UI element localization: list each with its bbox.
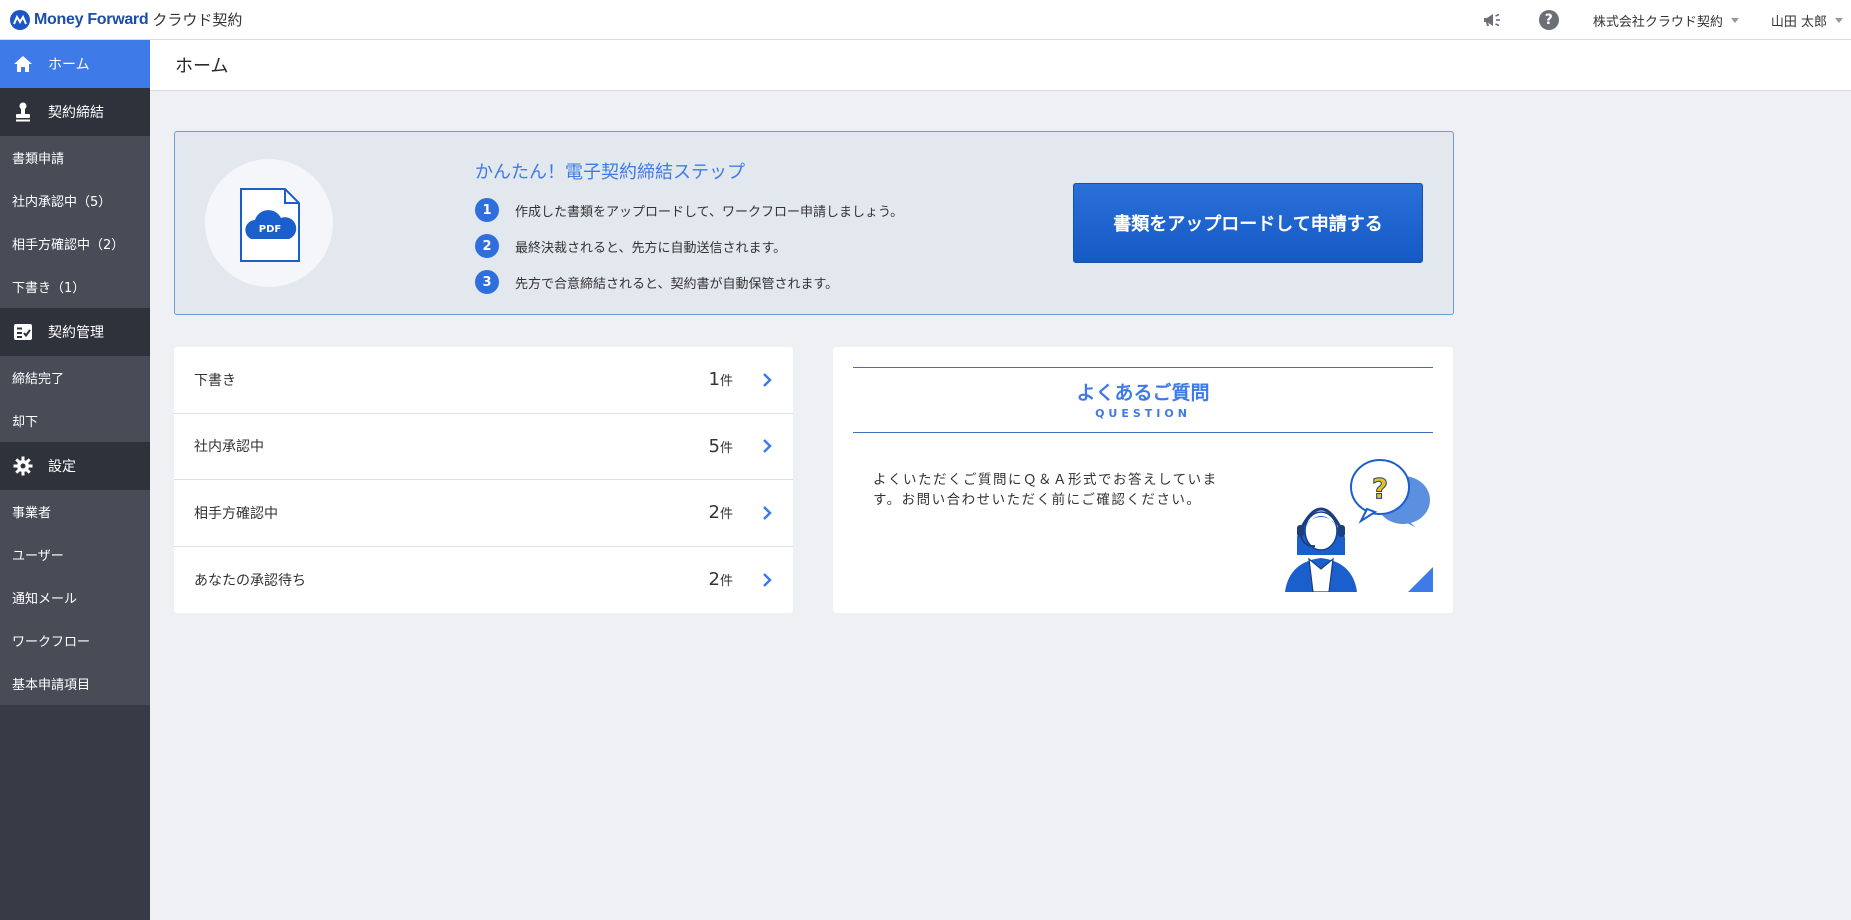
sidebar-item-document-request[interactable]: 書類申請 (0, 136, 150, 179)
chevron-right-icon (763, 505, 772, 520)
stamp-icon (12, 101, 34, 123)
faq-title: よくあるご質問 (1076, 382, 1210, 404)
faq-header: よくあるご質問 QUESTION (853, 367, 1433, 433)
status-list-card: 下書き 1件 社内承認中 5件 相手方確認中 2件 あなたの承認待ち 2件 (174, 347, 793, 613)
pdf-cloud-icon: PDF (240, 188, 300, 262)
step-number: 2 (475, 234, 499, 258)
status-count: 2件 (708, 569, 733, 591)
sidebar-item-basic-fields[interactable]: 基本申請項目 (0, 662, 150, 705)
logo[interactable]: Money Forward クラウド契約 (10, 9, 242, 30)
page-title: ホーム (175, 56, 229, 77)
status-count: 2件 (708, 502, 733, 524)
home-icon (12, 53, 34, 75)
sidebar-section-label: 契約締結 (48, 105, 104, 121)
steps: かんたん！電子契約締結ステップ 1 作成した書類をアップロードして、ワークフロー… (475, 158, 903, 300)
question-mark-icon: ? (1372, 472, 1388, 505)
sidebar-item-notification-mail[interactable]: 通知メール (0, 576, 150, 619)
chevron-right-icon (763, 372, 772, 387)
sidebar-item-home[interactable]: ホーム (0, 40, 150, 88)
step-number: 1 (475, 198, 499, 222)
status-row-internal-approval[interactable]: 社内承認中 5件 (174, 414, 793, 480)
sidebar-item-business[interactable]: 事業者 (0, 490, 150, 533)
sidebar-item-label: ホーム (48, 57, 90, 73)
step-text: 最終決裁されると、先方に自動送信されます。 (515, 240, 787, 256)
steps-title: かんたん！電子契約締結ステップ (475, 162, 745, 183)
user-menu[interactable]: 山田 太郎 (1771, 11, 1843, 30)
pdf-upload-illustration: PDF (205, 159, 333, 287)
status-row-counterparty-review[interactable]: 相手方確認中 2件 (174, 480, 793, 547)
company-name: 株式会社クラウド契約 (1592, 14, 1723, 30)
status-label: 相手方確認中 (194, 505, 278, 522)
status-count: 5件 (708, 435, 733, 457)
status-count: 1件 (708, 369, 733, 391)
support-operator-illustration: ? (1285, 459, 1433, 592)
sidebar-item-completed[interactable]: 締結完了 (0, 356, 150, 399)
help-icon[interactable]: ? (1538, 10, 1559, 30)
logo-text: Money Forward (34, 10, 149, 28)
upload-and-request-button[interactable]: 書類をアップロードして申請する (1073, 183, 1423, 263)
sidebar-item-users[interactable]: ユーザー (0, 533, 150, 576)
step-item: 3 先方で合意締結されると、契約書が自動保管されます。 (475, 264, 903, 300)
megaphone-icon[interactable] (1481, 9, 1503, 31)
faq-card[interactable]: よくあるご質問 QUESTION よくいただくご質問にＱ＆Ａ形式でお答えしていま… (833, 347, 1453, 613)
page-title-bar: ホーム (150, 40, 1851, 91)
faq-subtitle: QUESTION (1095, 407, 1191, 420)
company-selector[interactable]: 株式会社クラウド契約 (1593, 11, 1739, 30)
status-label: 社内承認中 (194, 439, 264, 456)
top-header: Money Forward クラウド契約 ? 株式会社クラウド契約 山田 太郎 (0, 0, 1851, 40)
upload-steps-panel: PDF かんたん！電子契約締結ステップ 1 作成した書類をアップロードして、ワー… (174, 131, 1454, 315)
chevron-right-icon (763, 572, 772, 587)
sidebar-section-settings[interactable]: 設定 (0, 442, 150, 490)
status-label: あなたの承認待ち (194, 572, 306, 589)
gear-icon (12, 455, 34, 477)
sidebar-section-label: 設定 (48, 459, 76, 475)
sidebar-item-rejected[interactable]: 却下 (0, 399, 150, 442)
status-label: 下書き (194, 372, 236, 389)
step-item: 1 作成した書類をアップロードして、ワークフロー申請しましょう。 (475, 192, 903, 228)
step-text: 先方で合意締結されると、契約書が自動保管されます。 (515, 276, 839, 292)
faq-description: よくいただくご質問にＱ＆Ａ形式でお答えしています。お問い合わせいただく前にご確認… (873, 472, 1218, 508)
sidebar-item-counterparty-review[interactable]: 相手方確認中（2） (0, 222, 150, 265)
status-row-drafts[interactable]: 下書き 1件 (174, 347, 793, 414)
chevron-right-icon (763, 439, 772, 454)
sidebar-section-label: 契約管理 (48, 325, 104, 341)
chevron-down-icon (1835, 17, 1843, 23)
status-row-awaiting-my-approval[interactable]: あなたの承認待ち 2件 (174, 547, 793, 614)
sidebar-item-internal-approval[interactable]: 社内承認中（5） (0, 179, 150, 222)
checklist-icon (12, 321, 34, 343)
sidebar-section-contract-manage[interactable]: 契約管理 (0, 308, 150, 356)
money-forward-logo-icon (10, 9, 30, 30)
chevron-down-icon (1730, 17, 1739, 23)
user-name: 山田 太郎 (1770, 14, 1827, 30)
sidebar-section-contract-sign[interactable]: 契約締結 (0, 88, 150, 136)
sidebar-item-workflow[interactable]: ワークフロー (0, 619, 150, 662)
step-item: 2 最終決裁されると、先方に自動送信されます。 (475, 228, 903, 264)
pdf-label: PDF (259, 224, 281, 235)
logo-product-name: クラウド契約 (152, 11, 243, 29)
step-number: 3 (475, 270, 499, 294)
step-text: 作成した書類をアップロードして、ワークフロー申請しましょう。 (515, 204, 904, 220)
sidebar: ホーム 契約締結 書類申請 社内承認中（5） 相手方確認中（2） 下書き（1） … (0, 40, 150, 920)
sidebar-item-drafts[interactable]: 下書き（1） (0, 265, 150, 308)
